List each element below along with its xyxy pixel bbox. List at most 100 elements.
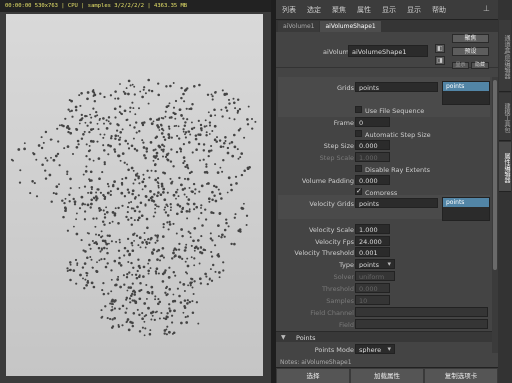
show-button[interactable]: 显示 (452, 62, 469, 69)
point-mark (23, 147, 26, 151)
volume-padding-field[interactable]: 0.000 (355, 175, 390, 185)
point-mark (214, 91, 217, 93)
point-mark (144, 327, 147, 330)
points-section-header[interactable]: ▼ Points (276, 331, 492, 342)
point-mark (125, 215, 128, 219)
point-mark (166, 325, 169, 328)
field-row: Field (276, 319, 490, 330)
point-mark (149, 117, 152, 121)
velocity-scale-field[interactable]: 1.000 (355, 224, 390, 234)
point-mark (162, 256, 165, 259)
point-mark (118, 105, 122, 108)
menu-focus[interactable]: 聚焦 (332, 5, 346, 15)
velocity-grids-list-item[interactable]: points (443, 198, 489, 207)
menu-selected[interactable]: 选定 (307, 5, 321, 15)
point-mark (251, 127, 254, 130)
point-mark (130, 216, 133, 220)
go-to-output-icon[interactable]: ◨ (435, 56, 445, 65)
disable-ray-checkbox[interactable] (355, 165, 362, 172)
tab-attribute-editor[interactable]: 属性编辑器 (499, 142, 511, 192)
velocity-grids-field[interactable]: points (355, 198, 438, 208)
render-view[interactable] (6, 14, 263, 376)
presets-button[interactable]: 预设 (452, 47, 489, 56)
point-mark (157, 158, 160, 161)
point-mark (126, 188, 130, 191)
point-mark (92, 217, 95, 220)
point-mark (186, 302, 189, 305)
volume-padding-label: Volume Padding (301, 177, 354, 185)
hide-button[interactable]: 隐藏 (471, 62, 489, 69)
load-attributes-button[interactable]: 加载属性 (351, 369, 423, 383)
point-mark (234, 213, 237, 216)
node-name-field[interactable]: aiVolumeShape1 (348, 45, 428, 57)
menu-display[interactable]: 显示 (407, 5, 421, 15)
point-mark (236, 111, 239, 114)
auto-step-checkbox[interactable] (355, 130, 362, 137)
point-mark (126, 163, 129, 166)
point-mark (162, 317, 165, 320)
solver-row: Solver uniform (276, 271, 490, 282)
point-mark (91, 140, 95, 143)
grids-field[interactable]: points (355, 82, 438, 92)
point-mark (91, 239, 94, 243)
viewport-panel[interactable]: 00:00:00 530x763 | CPU | samples 3/2/2/2… (0, 0, 271, 383)
notes-row: Notes: aiVolumeShape1 (276, 358, 490, 367)
pin-icon[interactable]: ⊥ (483, 4, 492, 13)
point-mark (44, 130, 48, 134)
point-mark (157, 182, 160, 185)
point-mark (63, 147, 66, 150)
velocity-threshold-field[interactable]: 0.001 (355, 247, 390, 257)
point-mark (133, 93, 136, 96)
tab-modeling-toolkit[interactable]: 建模工具包 (499, 93, 511, 141)
points-mode-dropdown[interactable]: sphere (355, 344, 395, 354)
step-size-field[interactable]: 0.000 (355, 140, 390, 150)
point-mark (147, 306, 150, 310)
point-mark (133, 209, 137, 213)
use-file-sequence-checkbox[interactable] (355, 106, 362, 113)
point-mark (225, 218, 228, 221)
scrollbar-thumb[interactable] (493, 80, 497, 270)
menu-show[interactable]: 显示 (382, 5, 396, 15)
go-to-input-icon[interactable]: ◧ (435, 44, 445, 53)
point-mark (188, 186, 191, 189)
point-mark (80, 113, 83, 117)
point-mark (185, 107, 188, 110)
point-mark (98, 209, 101, 212)
grids-list[interactable]: points (442, 81, 490, 105)
velocity-fps-field[interactable]: 24.000 (355, 236, 390, 246)
point-mark (97, 157, 101, 160)
point-mark (142, 173, 145, 176)
menu-list[interactable]: 列表 (282, 5, 296, 15)
point-mark (145, 283, 148, 287)
frame-field[interactable]: 0 (355, 117, 390, 127)
point-mark (167, 125, 171, 128)
point-mark (182, 130, 185, 133)
menu-attributes[interactable]: 属性 (357, 5, 371, 15)
point-mark (149, 238, 152, 241)
tab-aivolumeshape1[interactable]: aiVolumeShape1 (320, 21, 381, 32)
point-mark (191, 281, 193, 284)
tab-aivolume1[interactable]: aiVolume1 (278, 21, 320, 32)
menu-help[interactable]: 帮助 (432, 5, 446, 15)
point-mark (138, 182, 141, 185)
type-dropdown[interactable]: points (355, 259, 395, 269)
point-mark (67, 108, 70, 111)
point-mark (101, 171, 104, 174)
point-mark (75, 127, 78, 131)
tab-channel-box[interactable]: 通道盒/层编辑器 (499, 20, 511, 92)
copy-tab-button[interactable]: 复制选项卡 (425, 369, 497, 383)
point-mark (219, 166, 222, 169)
velocity-grids-list[interactable]: points (442, 197, 490, 221)
point-mark (83, 210, 87, 213)
point-mark (180, 228, 183, 231)
grids-list-item[interactable]: points (443, 82, 489, 91)
point-mark (61, 199, 64, 202)
compress-checkbox[interactable] (355, 187, 362, 195)
collapse-arrow-icon[interactable]: ▼ (281, 334, 286, 341)
attributes-scroll-area[interactable]: Grids points points Use File Sequence Fr… (276, 77, 498, 367)
point-mark (227, 98, 231, 101)
point-mark (157, 205, 160, 208)
select-button[interactable]: 选择 (277, 369, 349, 383)
point-mark (86, 124, 89, 127)
focus-button[interactable]: 聚焦 (452, 34, 489, 43)
